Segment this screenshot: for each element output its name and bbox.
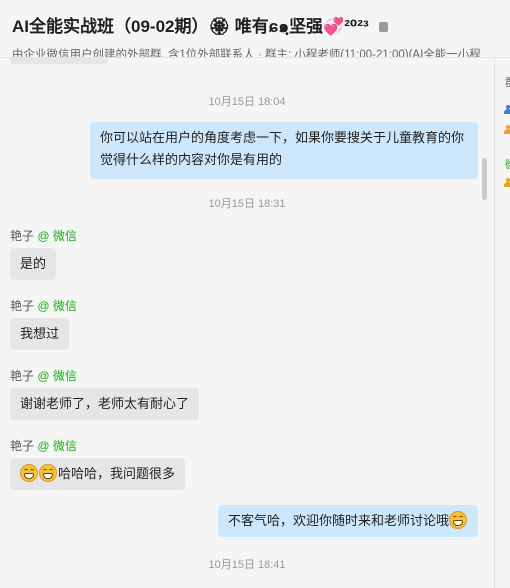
member-icon[interactable] — [504, 178, 510, 187]
side-panel: 群 微 — [494, 58, 510, 588]
message-text-line: 觉得什么样的内容对你是有用的 — [100, 152, 283, 167]
message-text: 谢谢老师了，老师太有耐心了 — [20, 396, 190, 411]
group-subtitle: 由企业微信用户创建的外部群, 含1位外部联系人 · 群主: 小程老师(11:00… — [12, 49, 481, 58]
sender-source: @ 微信 — [37, 369, 77, 383]
sender-source: @ 微信 — [37, 299, 77, 313]
member-icon[interactable] — [504, 125, 510, 134]
sender-source: @ 微信 — [37, 229, 77, 243]
message-text: 不客气哈，欢迎你随时来和老师讨论哦 — [227, 513, 449, 528]
sender-name[interactable]: 艳子 — [10, 439, 34, 453]
sender-label: 艳子 @ 微信 — [10, 297, 77, 314]
incoming-message-bubble[interactable]: 哈哈哈，我问题很多 — [10, 458, 186, 490]
sender-label: 艳子 @ 微信 — [10, 227, 77, 244]
sender-name[interactable]: 艳子 — [10, 369, 34, 383]
group-title[interactable]: AI全能实战班（09-02期）🏵 唯有ɕ๑ฺ坚强💞²⁰²³ — [12, 12, 510, 40]
scrollbar-thumb[interactable] — [482, 158, 487, 200]
message-text-line: 你可以站在用户的角度考虑一下，如果你要搜关于儿童教育的你 — [100, 130, 465, 145]
grinning-face-icon — [39, 464, 57, 482]
message-text: 是的 — [20, 256, 47, 271]
lock-icon — [378, 22, 388, 32]
grinning-face-icon — [449, 511, 467, 529]
chat-header: AI全能实战班（09-02期）🏵 唯有ɕ๑ฺ坚强💞²⁰²³ 由企业微信用户创建的… — [0, 0, 510, 58]
side-panel-label: 微 — [505, 156, 510, 172]
message-list[interactable]: 10月15日 18:04 你可以站在用户的角度考虑一下，如果你要搜关于儿童教育的… — [0, 58, 494, 588]
member-icon[interactable] — [504, 105, 510, 114]
sender-source: @ 微信 — [37, 439, 77, 453]
incoming-message-bubble[interactable]: 谢谢老师了，老师太有耐心了 — [10, 388, 200, 420]
outgoing-message-bubble[interactable]: 不客气哈，欢迎你随时来和老师讨论哦 — [217, 505, 478, 537]
group-title-text: AI全能实战班（09-02期）🏵 唯有ɕ๑ฺ坚强💞²⁰²³ — [12, 17, 369, 36]
outgoing-message-bubble[interactable]: 你可以站在用户的角度考虑一下，如果你要搜关于儿童教育的你 觉得什么样的内容对你是… — [90, 122, 478, 179]
incoming-message-bubble[interactable]: 我想过 — [10, 318, 70, 350]
grinning-face-icon — [20, 464, 38, 482]
sender-name[interactable]: 艳子 — [10, 229, 34, 243]
message-text: 哈哈哈，我问题很多 — [58, 466, 176, 481]
sender-name[interactable]: 艳子 — [10, 299, 34, 313]
incoming-message-bubble[interactable]: 是的 — [10, 248, 57, 280]
sender-label: 艳子 @ 微信 — [10, 367, 77, 384]
partial-message-bubble — [10, 58, 108, 64]
sender-label: 艳子 @ 微信 — [10, 437, 77, 454]
message-text: 我想过 — [20, 326, 60, 341]
side-panel-label: 群 — [505, 74, 510, 90]
timestamp: 10月15日 18:41 — [208, 559, 286, 571]
timestamp: 10月15日 18:04 — [208, 96, 286, 108]
timestamp: 10月15日 18:31 — [208, 198, 286, 210]
